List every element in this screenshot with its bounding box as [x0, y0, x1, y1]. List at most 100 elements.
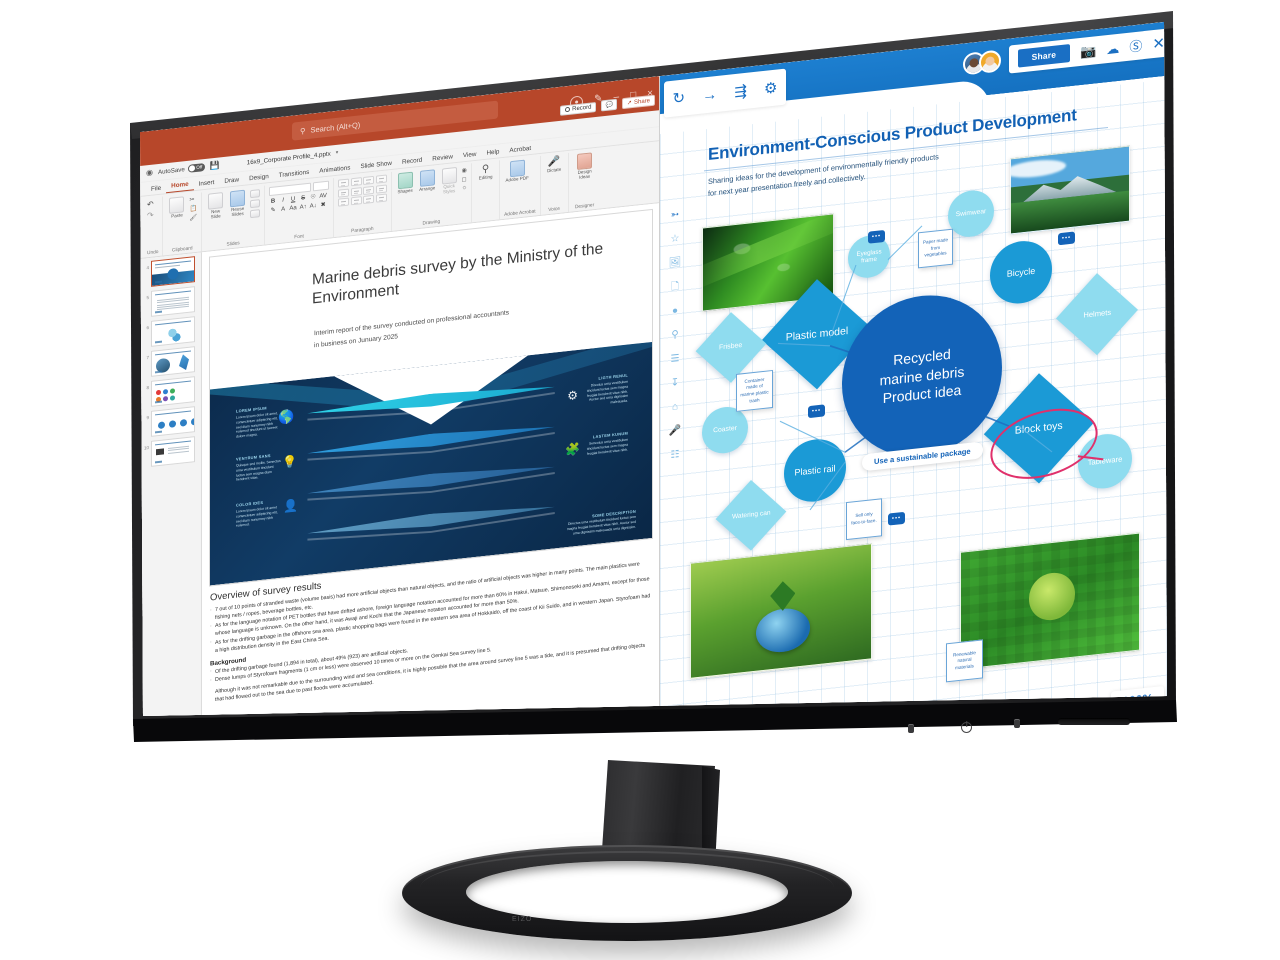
powerpoint-window[interactable]: ⚲ Search (Alt+Q) ● ✎ – □ × ◉ AutoSave Of… — [140, 76, 660, 806]
comment-bubble[interactable]: ••• — [888, 511, 905, 526]
slide-title[interactable]: Marine debris survey by the Ministry of … — [312, 236, 630, 308]
node-helmets[interactable]: Helmets — [1055, 273, 1139, 356]
clear-formatting-button[interactable]: ✖ — [319, 201, 327, 209]
comment-bubble[interactable]: ••• — [868, 229, 885, 244]
mindmap-hub[interactable]: Recycled marine debris Product idea — [842, 287, 1002, 465]
arrow-right-icon[interactable]: → — [702, 85, 717, 104]
document-icon[interactable]: 🗋 — [671, 281, 679, 293]
numbering-button[interactable] — [350, 177, 362, 187]
align-left-button[interactable] — [338, 188, 350, 198]
accessibility-status[interactable]: ♿ Accessibility: Investigate — [213, 803, 277, 806]
columns-button[interactable] — [338, 197, 350, 207]
sticky-note-container[interactable]: Container made of marine plastic trash — [736, 369, 773, 412]
filename-dropdown-icon[interactable]: ▾ — [336, 150, 339, 156]
star-icon[interactable]: ☆ — [671, 233, 680, 245]
line-spacing-button[interactable] — [350, 196, 362, 206]
cloud-icon[interactable]: ☁ — [1106, 40, 1119, 56]
download-icon[interactable]: ↧ — [671, 377, 679, 389]
zoom-out-button[interactable]: − — [572, 772, 575, 778]
new-slide-button[interactable]: New Slide — [206, 192, 225, 220]
notes-toggle[interactable]: Notes — [502, 778, 515, 785]
slide-thumbnail-4[interactable]: 4 — [143, 256, 199, 288]
decrease-font-button[interactable]: A↓ — [309, 202, 317, 210]
align-center-button[interactable] — [350, 186, 362, 196]
copy-icon[interactable]: 📋 — [189, 205, 197, 213]
sprout-photo[interactable] — [690, 543, 872, 679]
sticky-note-paper[interactable]: Paper made from vegetables — [918, 228, 953, 269]
whiteboard-sidebar[interactable]: ➳ ☆ 🖼 🗋 ● ⚲ ☰ ↧ ⌂ 🎤 ☷ — [665, 209, 685, 461]
camera-icon[interactable]: 📷 — [1080, 43, 1096, 60]
quick-styles-button[interactable]: Quick Styles — [440, 166, 459, 195]
mountain-photo[interactable] — [1010, 145, 1130, 235]
share-nodes-icon[interactable]: ⇶ — [734, 82, 747, 100]
monitor-control-1[interactable] — [908, 724, 914, 733]
avatar[interactable] — [978, 49, 1001, 74]
search-icon[interactable]: ⚲ — [671, 329, 678, 341]
comment-bubble[interactable]: ••• — [1058, 231, 1075, 246]
shape-fill-icon[interactable]: ◉ — [462, 167, 468, 175]
fit-to-window-icon[interactable]: ⛶ — [650, 763, 654, 769]
slide-thumbnail-6[interactable]: 6 — [143, 316, 199, 348]
refresh-icon[interactable]: ↻ — [673, 89, 686, 107]
autosave-switch[interactable]: Off — [187, 163, 205, 173]
view-sorter-button[interactable] — [533, 775, 541, 783]
dictate-button[interactable]: 🎤 Dictate — [545, 155, 564, 174]
character-spacing-button[interactable]: AV — [319, 192, 327, 199]
microphone-icon[interactable]: 🎤 — [669, 425, 681, 437]
slide-thumbnail-7[interactable]: 7 — [143, 346, 199, 378]
design-ideas-button[interactable]: Design Ideas — [573, 152, 597, 181]
node-bicycle[interactable]: Bicycle — [990, 237, 1052, 307]
notes-pane[interactable]: Overview of survey results 7 out of 10 p… — [210, 545, 652, 716]
gear-icon[interactable]: ⚙ — [764, 79, 777, 97]
shapes-button[interactable]: Shapes — [396, 171, 415, 195]
account-icon[interactable]: Ⓢ — [1129, 38, 1142, 54]
font-size-input[interactable] — [313, 180, 330, 192]
convert-smartart-button[interactable] — [375, 193, 387, 203]
undo-button[interactable]: ↶ — [147, 200, 154, 210]
view-reading-button[interactable] — [546, 774, 554, 782]
text-shadow-button[interactable]: ☉ — [309, 193, 317, 201]
editing-button[interactable]: ⚲ Editing — [476, 163, 495, 182]
share-button[interactable]: Share — [1017, 44, 1071, 68]
text-direction-button[interactable] — [363, 194, 375, 205]
node-swimwear[interactable]: Swimwear — [948, 188, 994, 240]
autosave-toggle[interactable]: AutoSave Off — [158, 163, 205, 176]
font-color-button[interactable]: ✎ — [269, 206, 277, 214]
slide-thumbnail-8[interactable]: 8 — [143, 376, 199, 408]
paragraph-buttons[interactable] — [338, 174, 387, 207]
underline-button[interactable]: U — [289, 196, 297, 203]
node-coaster[interactable]: Coaster — [702, 404, 748, 456]
view-normal-button[interactable] — [520, 776, 528, 784]
strikethrough-button[interactable]: S — [299, 195, 307, 202]
close-icon[interactable]: ✕ — [1152, 34, 1165, 52]
bullets-button[interactable] — [338, 178, 350, 188]
shape-outline-icon[interactable]: ◻ — [462, 176, 468, 184]
save-icon[interactable]: 💾 — [210, 160, 220, 170]
align-right-button[interactable] — [363, 185, 375, 195]
comment-bubble[interactable]: ••• — [808, 404, 825, 419]
node-watering-can[interactable]: Watering can — [715, 479, 787, 551]
arrange-button[interactable]: Arrange — [418, 169, 437, 193]
sticky-note-sell[interactable]: Sell only face-to-face. — [846, 498, 882, 541]
change-case-button[interactable]: Aa — [289, 205, 297, 212]
list-icon[interactable]: ☰ — [671, 353, 680, 365]
layout-icon[interactable] — [250, 189, 261, 199]
sticky-note-renewable[interactable]: Renewable natural materials — [946, 639, 983, 683]
lego-photo[interactable] — [960, 532, 1140, 670]
slide-thumbnail-10[interactable]: 10 — [143, 436, 199, 468]
bold-button[interactable]: B — [269, 198, 277, 205]
image-icon[interactable]: 🖼 — [669, 257, 682, 269]
shape-effects-icon[interactable]: ☼ — [462, 185, 468, 192]
current-slide[interactable]: Marine debris survey by the Ministry of … — [209, 208, 653, 587]
increase-indent-button[interactable] — [375, 174, 387, 184]
text-highlight-button[interactable]: A — [279, 206, 287, 213]
format-painter-icon[interactable]: 🖌 — [189, 214, 197, 222]
whiteboard-window[interactable]: ↻ → ⇶ ⚙ Share 📷 ☁ Ⓢ ✕ ➳ ☆ 🖼 🗋 ● ⚲ ☰ ↧ ⌂ … — [660, 21, 1167, 716]
grid-icon[interactable]: ☷ — [671, 449, 680, 461]
italic-button[interactable]: I — [279, 197, 287, 204]
redo-button[interactable]: ↷ — [147, 211, 154, 221]
slide-thumbnail-9[interactable]: 9 — [143, 406, 199, 438]
zoom-slider[interactable] — [580, 769, 620, 774]
increase-font-button[interactable]: A↑ — [299, 204, 307, 211]
cursor-icon[interactable]: ➳ — [671, 209, 679, 221]
